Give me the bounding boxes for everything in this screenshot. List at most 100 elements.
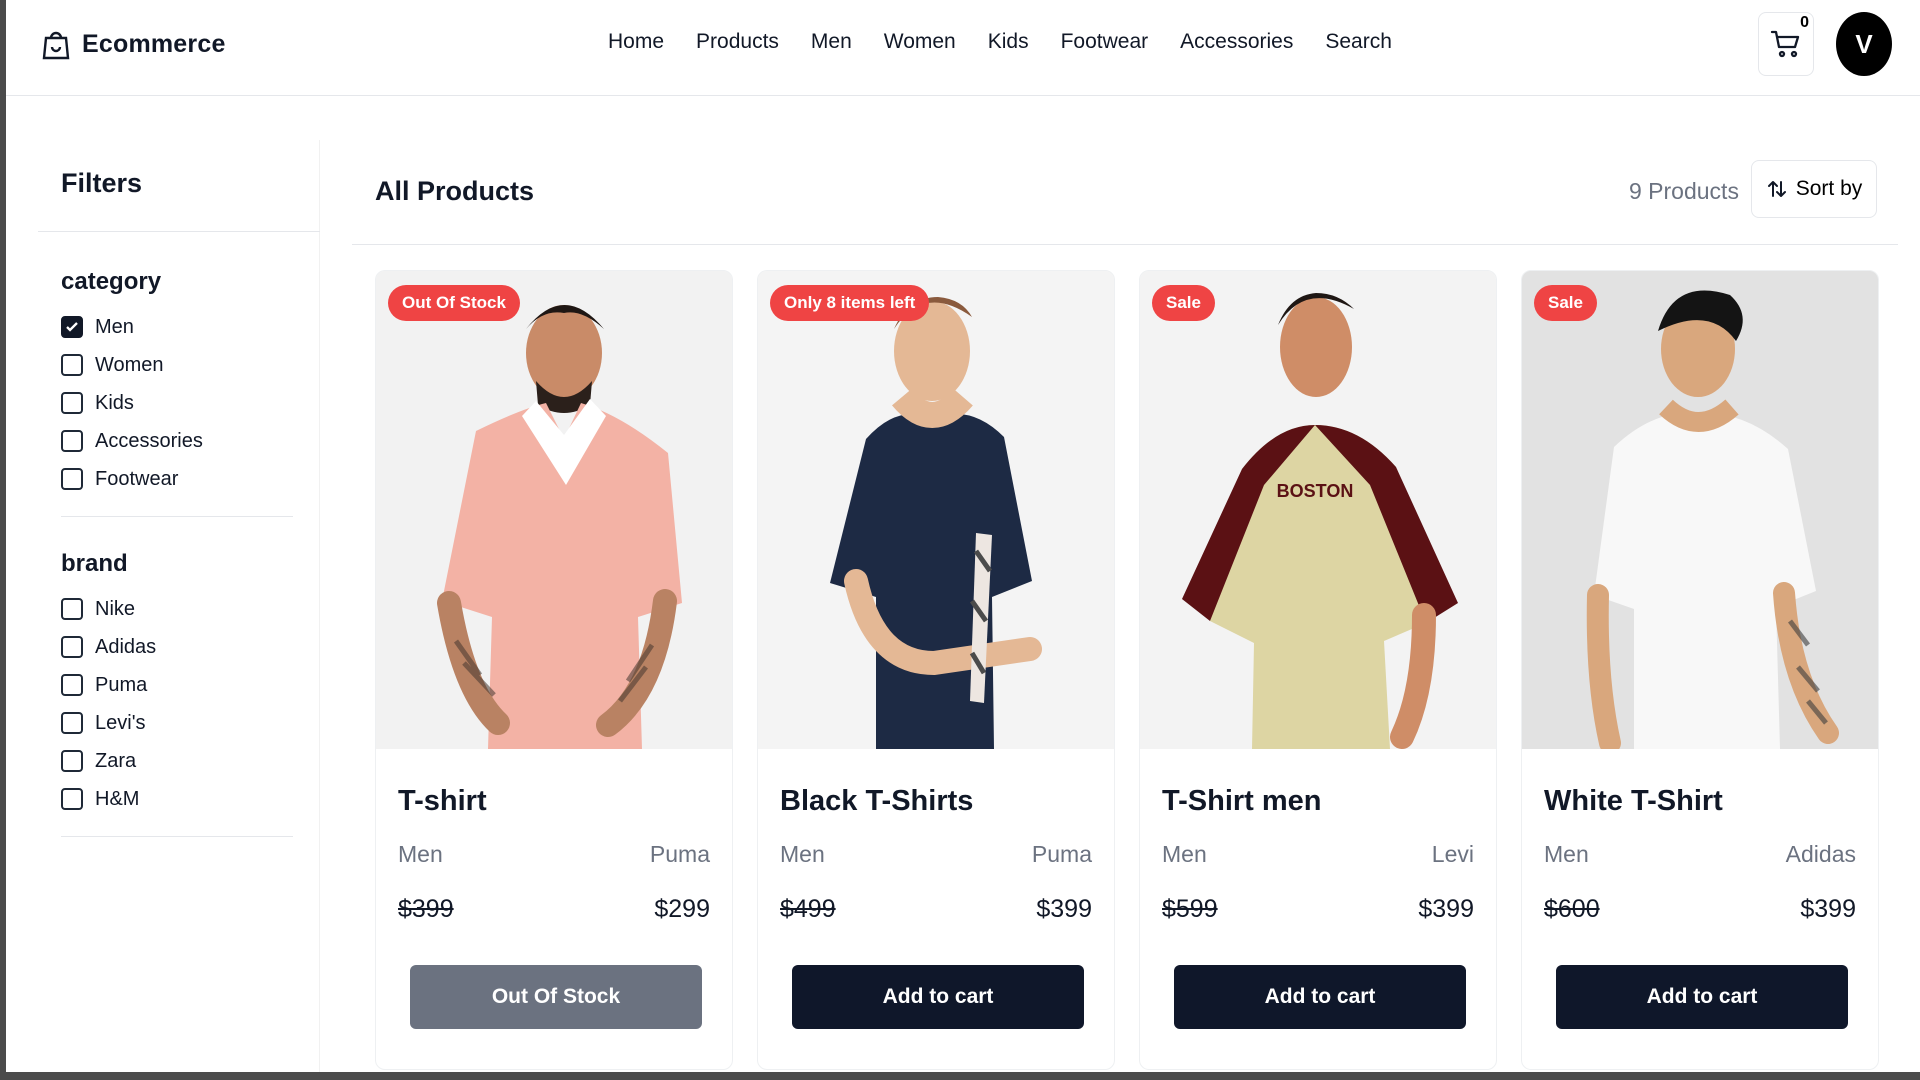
category-option-men[interactable]: Men — [61, 308, 293, 346]
category-option-footwear[interactable]: Footwear — [61, 460, 293, 498]
product-brand: Adidas — [1785, 841, 1856, 867]
ecommerce-window: Ecommerce Home Products Men Women Kids F… — [6, 0, 1920, 1072]
product-category: Men — [398, 841, 443, 867]
product-card[interactable]: BOSTON Sale T-Shirt men Men Levi $599 $3… — [1139, 270, 1497, 1070]
brand-filter-title: brand — [61, 550, 128, 577]
brand-option-levis[interactable]: Levi's — [61, 704, 293, 742]
products-main: All Products 9 Products Sort by Out Of S… — [352, 140, 1898, 1072]
all-products-title: All Products — [375, 176, 535, 206]
checkbox-icon[interactable] — [61, 392, 83, 414]
category-option-kids[interactable]: Kids — [61, 384, 293, 422]
product-brand: Puma — [1031, 841, 1092, 867]
brand-option-nike[interactable]: Nike — [61, 590, 293, 628]
filters-sidebar: Filters category Men Women Kids Accessor… — [38, 140, 320, 1072]
checkbox-icon[interactable] — [61, 712, 83, 734]
product-image[interactable]: Sale — [1522, 271, 1878, 749]
checked-checkbox-icon[interactable] — [61, 316, 83, 338]
product-sale-price: $399 — [1800, 895, 1856, 923]
cart-button[interactable]: 0 — [1758, 12, 1814, 76]
add-to-cart-button[interactable]: Add to cart — [792, 965, 1084, 1029]
product-title[interactable]: White T-Shirt — [1544, 785, 1723, 818]
ecommerce-logo[interactable]: Ecommerce — [40, 26, 226, 62]
checkbox-icon[interactable] — [61, 598, 83, 620]
brand-option-adidas[interactable]: Adidas — [61, 628, 293, 666]
sidebar-divider — [38, 231, 320, 232]
nav-women[interactable]: Women — [884, 30, 956, 54]
nav-products[interactable]: Products — [696, 30, 779, 54]
nav-home[interactable]: Home — [608, 30, 664, 54]
brand-option-label: Zara — [95, 749, 137, 772]
nav-footwear[interactable]: Footwear — [1061, 30, 1149, 54]
product-original-price: $599 — [1162, 895, 1218, 923]
product-category: Men — [780, 841, 825, 867]
checkbox-icon[interactable] — [61, 674, 83, 696]
category-option-label: Accessories — [95, 429, 203, 452]
sort-label: Sort by — [1795, 177, 1863, 200]
category-filter-title: category — [61, 268, 162, 295]
product-image[interactable]: BOSTON Sale — [1140, 271, 1496, 749]
nav-accessories[interactable]: Accessories — [1180, 30, 1293, 54]
product-card[interactable]: Only 8 items left Black T-Shirts Men Pum… — [757, 270, 1115, 1070]
product-category: Men — [1162, 841, 1207, 867]
category-option-label: Kids — [95, 391, 134, 414]
brand-option-label: Puma — [95, 673, 148, 696]
product-sale-price: $399 — [1036, 895, 1092, 923]
brand-filter-group: brand Nike Adidas Puma Levi's Zara H&M — [61, 550, 293, 837]
out-of-stock-button[interactable]: Out Of Stock — [410, 965, 702, 1029]
main-navigation: Home Products Men Women Kids Footwear Ac… — [608, 30, 1392, 54]
product-sale-price: $399 — [1418, 895, 1474, 923]
white-tshirt-model-illustration — [1522, 271, 1878, 749]
checkbox-icon[interactable] — [61, 430, 83, 452]
product-image[interactable]: Only 8 items left — [758, 271, 1114, 749]
site-header: Ecommerce Home Products Men Women Kids F… — [6, 0, 1920, 96]
user-avatar[interactable]: V — [1836, 12, 1892, 76]
raglan-tshirt-model-illustration: BOSTON — [1140, 271, 1496, 749]
nav-kids[interactable]: Kids — [988, 30, 1029, 54]
brand-option-puma[interactable]: Puma — [61, 666, 293, 704]
checkbox-icon[interactable] — [61, 636, 83, 658]
category-option-accessories[interactable]: Accessories — [61, 422, 293, 460]
product-status-badge: Out Of Stock — [388, 285, 520, 321]
checkbox-icon[interactable] — [61, 788, 83, 810]
navy-tshirt-model-illustration — [758, 271, 1114, 749]
category-filter-group: category Men Women Kids Accessories Foot… — [61, 268, 293, 517]
product-sale-price: $299 — [654, 895, 710, 923]
sort-button[interactable]: Sort by — [1751, 160, 1877, 218]
product-title[interactable]: T-Shirt men — [1162, 785, 1322, 818]
product-card[interactable]: Out Of Stock T-shirt Men Puma $399 $299 … — [375, 270, 733, 1070]
brand-option-label: Adidas — [95, 635, 157, 658]
product-status-badge: Only 8 items left — [770, 285, 930, 321]
brand-option-label: H&M — [95, 787, 140, 810]
product-original-price: $499 — [780, 895, 836, 923]
product-status-badge: Sale — [1534, 285, 1597, 321]
window-bottom-edge — [0, 1072, 1920, 1080]
nav-men[interactable]: Men — [811, 30, 852, 54]
main-header-divider — [352, 244, 1898, 245]
product-title[interactable]: T-shirt — [398, 785, 487, 818]
product-card[interactable]: Sale White T-Shirt Men Adidas $600 $399 … — [1521, 270, 1879, 1070]
product-image[interactable]: Out Of Stock — [376, 271, 732, 749]
checkbox-icon[interactable] — [61, 354, 83, 376]
filters-title: Filters — [61, 168, 143, 198]
brand-option-label: Nike — [95, 597, 136, 620]
shopping-cart-icon — [1770, 30, 1800, 58]
checkbox-icon[interactable] — [61, 468, 83, 490]
checkbox-icon[interactable] — [61, 750, 83, 772]
product-title[interactable]: Black T-Shirts — [780, 785, 973, 818]
product-brand: Puma — [649, 841, 710, 867]
shopping-bag-icon — [42, 31, 70, 60]
site-brand-name: Ecommerce — [82, 29, 226, 58]
product-category: Men — [1544, 841, 1589, 867]
cart-count-badge: 0 — [1800, 14, 1809, 31]
add-to-cart-button[interactable]: Add to cart — [1556, 965, 1848, 1029]
brand-option-hm[interactable]: H&M — [61, 780, 293, 818]
product-original-price: $399 — [398, 895, 454, 923]
svg-text:BOSTON: BOSTON — [1277, 481, 1354, 501]
brand-option-label: Levi's — [95, 711, 146, 734]
category-option-label: Footwear — [95, 467, 179, 490]
brand-option-zara[interactable]: Zara — [61, 742, 293, 780]
nav-search[interactable]: Search — [1325, 30, 1392, 54]
add-to-cart-button[interactable]: Add to cart — [1174, 965, 1466, 1029]
category-option-women[interactable]: Women — [61, 346, 293, 384]
product-original-price: $600 — [1544, 895, 1600, 923]
